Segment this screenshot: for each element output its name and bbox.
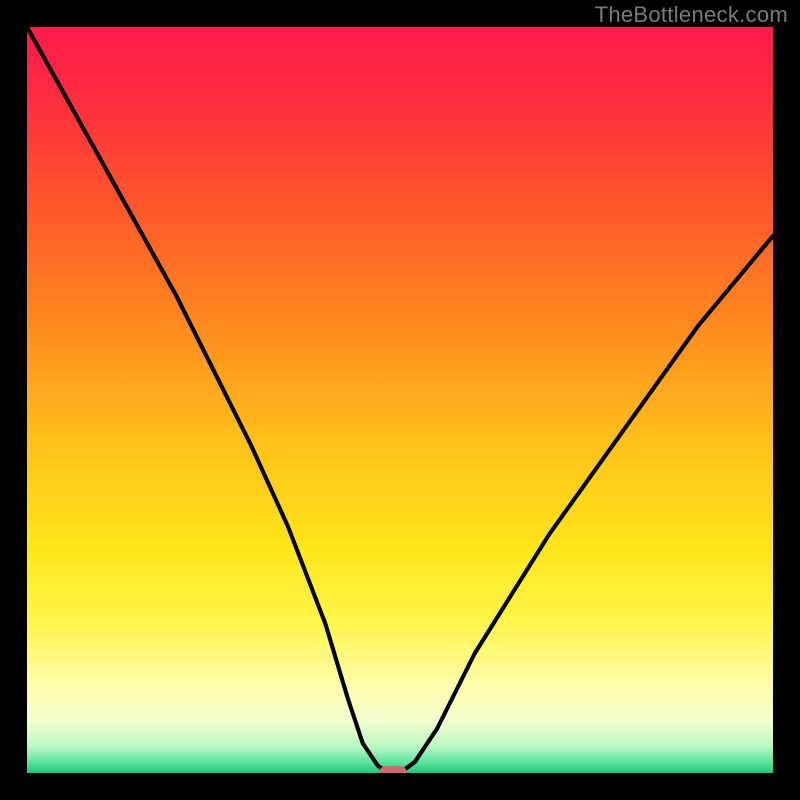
outer-frame: TheBottleneck.com <box>0 0 800 800</box>
plot-area <box>27 27 773 773</box>
bottleneck-curve <box>27 27 773 773</box>
minimum-marker <box>379 766 407 773</box>
watermark-text: TheBottleneck.com <box>595 2 788 28</box>
